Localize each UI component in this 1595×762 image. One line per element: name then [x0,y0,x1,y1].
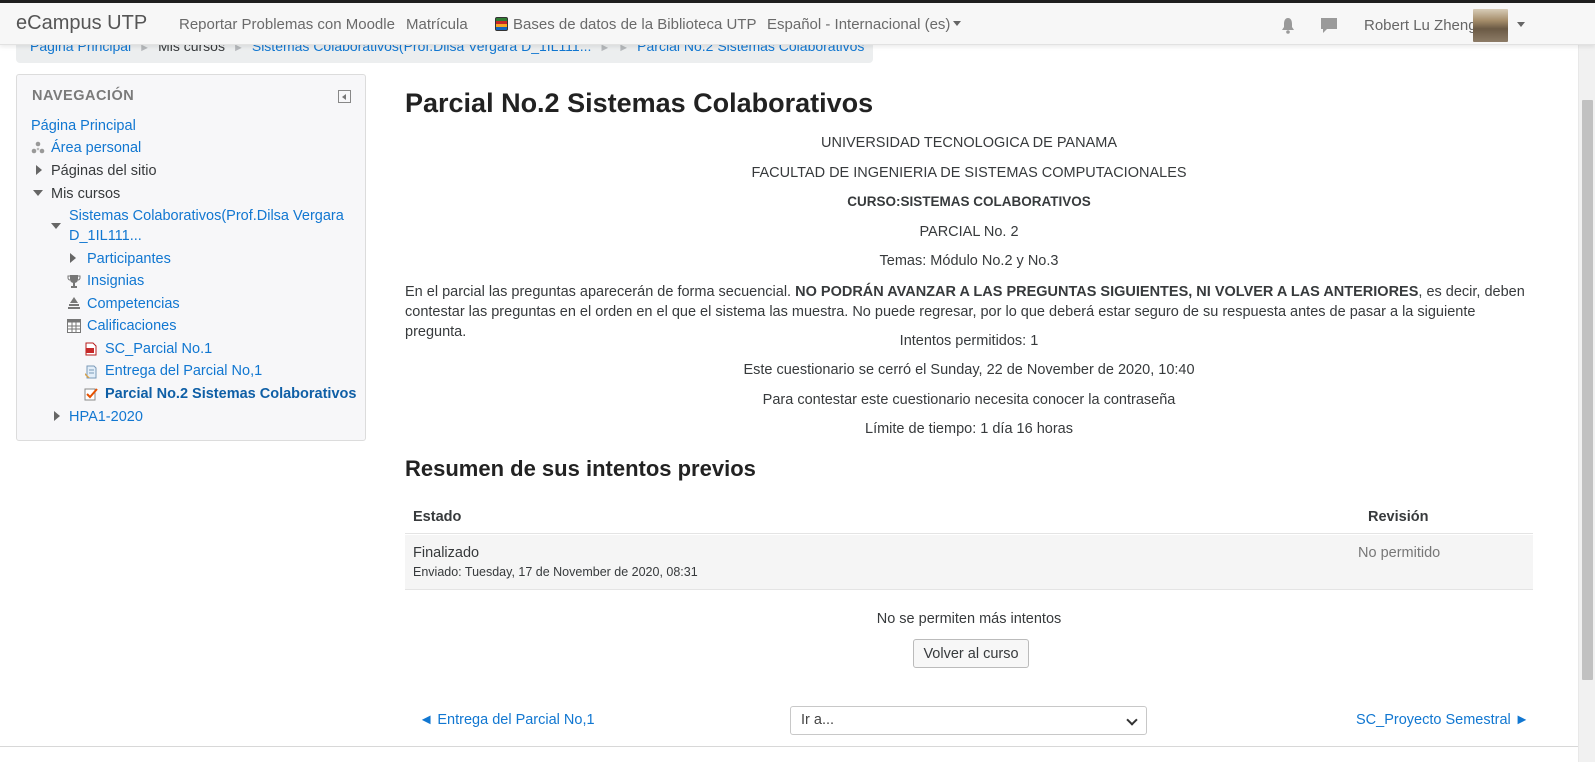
previous-activity-link[interactable]: ◄ Entrega del Parcial No,1 [419,712,595,728]
attempts-table-header: Estado Revisión [405,500,1533,534]
nav-activity-entrega-parcial-1[interactable]: Entrega del Parcial No,1 [105,362,262,380]
attempt-submitted: Enviado: Tuesday, 17 de November de 2020… [413,565,698,579]
pdf-file-icon [85,342,97,356]
nav-home[interactable]: Página Principal [31,117,136,135]
nav-activity-sc-parcial-1[interactable]: SC_Parcial No.1 [105,340,212,358]
collapse-icon[interactable] [51,223,61,229]
jump-select-value: Ir a... [801,712,835,728]
quiz-time-limit: Límite de tiempo: 1 día 16 horas [865,421,1073,437]
attempts-summary-heading: Resumen de sus intentos previos [405,456,756,481]
personal-area-icon [31,141,45,154]
nav-course-line1[interactable]: Sistemas Colaborativos(Prof.Dilsa Vergar… [69,207,344,225]
page-title: Parcial No.2 Sistemas Colaborativos [405,88,874,118]
intro-university: UNIVERSIDAD TECNOLOGICA DE PANAMA [821,135,1117,151]
nav-my-courses[interactable]: Mis cursos [51,185,120,203]
nav-language-menu[interactable]: Español - Internacional (es) [767,16,962,33]
chevron-down-icon [953,21,962,26]
language-label: Español - Internacional (es) [767,16,951,33]
expand-icon[interactable] [36,165,42,175]
attempt-state: Finalizado [413,545,480,561]
bell-icon[interactable] [1280,17,1296,34]
expand-icon[interactable] [70,253,76,263]
intro-course: CURSO:SISTEMAS COLABORATIVOS [847,194,1091,209]
site-brand[interactable]: eCampus UTP [16,12,147,35]
quiz-password-notice: Para contestar este cuestionario necesit… [762,392,1176,408]
instructions-warning: NO PODRÁN AVANZAR A LAS PREGUNTAS SIGUIE… [795,284,1419,300]
column-state: Estado [413,509,462,525]
nav-course-line2[interactable]: D_1IL111... [69,227,142,245]
nav-enrollment[interactable]: Matrícula [406,16,468,33]
assignment-icon [85,365,97,379]
grades-table-icon [67,319,81,333]
nav-activity-parcial-2-current[interactable]: Parcial No.2 Sistemas Colaborativos [105,385,356,403]
quiz-close-date: Este cuestionario se cerró el Sunday, 22… [743,362,1195,378]
nav-competencies[interactable]: Competencias [87,295,180,313]
expand-icon[interactable] [54,411,60,421]
nav-site-pages[interactable]: Páginas del sitio [51,162,157,180]
competencies-icon [68,297,80,309]
intro-exam: PARCIAL No. 2 [919,224,1019,240]
avatar[interactable] [1473,9,1508,42]
intro-topics: Temas: Módulo No.2 y No.3 [879,253,1059,269]
scrollbar-thumb[interactable] [1582,100,1593,680]
nav-library-databases[interactable]: Bases de datos de la Biblioteca UTP [495,16,756,33]
nav-participants[interactable]: Participantes [87,250,171,268]
table-row: Finalizado Enviado: Tuesday, 17 de Novem… [405,535,1533,590]
trophy-icon [67,275,81,288]
quiz-icon [84,388,98,401]
navigation-title: NAVEGACIÓN [32,88,135,104]
column-review: Revisión [1368,509,1429,525]
intro-faculty: FACULTAD DE INGENIERIA DE SISTEMAS COMPU… [751,165,1187,181]
user-menu-chevron-icon[interactable] [1517,22,1525,27]
page-scrollbar[interactable] [1578,45,1595,762]
nav-course-hpa1[interactable]: HPA1-2020 [69,408,143,426]
back-to-course-button[interactable]: Volver al curso [913,639,1029,668]
chevron-down-icon [1126,714,1138,726]
collapse-icon[interactable] [33,190,43,196]
instructions-text-start: En el parcial las preguntas aparecerán d… [405,284,796,300]
top-navbar: eCampus UTP Reportar Problemas con Moodl… [0,0,1595,45]
attempt-review: No permitido [1358,545,1441,561]
no-more-attempts: No se permiten más intentos [876,611,1062,627]
bottom-divider [0,746,1578,747]
books-icon [495,17,508,31]
nav-library-label: Bases de datos de la Biblioteca UTP [513,16,757,33]
dock-block-icon[interactable] [338,90,351,103]
nav-personal-area[interactable]: Área personal [51,139,141,157]
nav-badges[interactable]: Insignias [87,272,144,290]
jump-to-activity-select[interactable]: Ir a... [790,706,1147,735]
navigation-block: NAVEGACIÓN Página Principal Área persona… [16,74,366,441]
next-activity-link[interactable]: SC_Proyecto Semestral ► [1356,712,1529,728]
user-name[interactable]: Robert Lu Zheng [1364,17,1477,34]
nav-grades[interactable]: Calificaciones [87,317,176,335]
nav-report-problems[interactable]: Reportar Problemas con Moodle [179,16,395,33]
chat-icon[interactable] [1320,17,1338,34]
quiz-attempts-allowed: Intentos permitidos: 1 [899,333,1039,349]
